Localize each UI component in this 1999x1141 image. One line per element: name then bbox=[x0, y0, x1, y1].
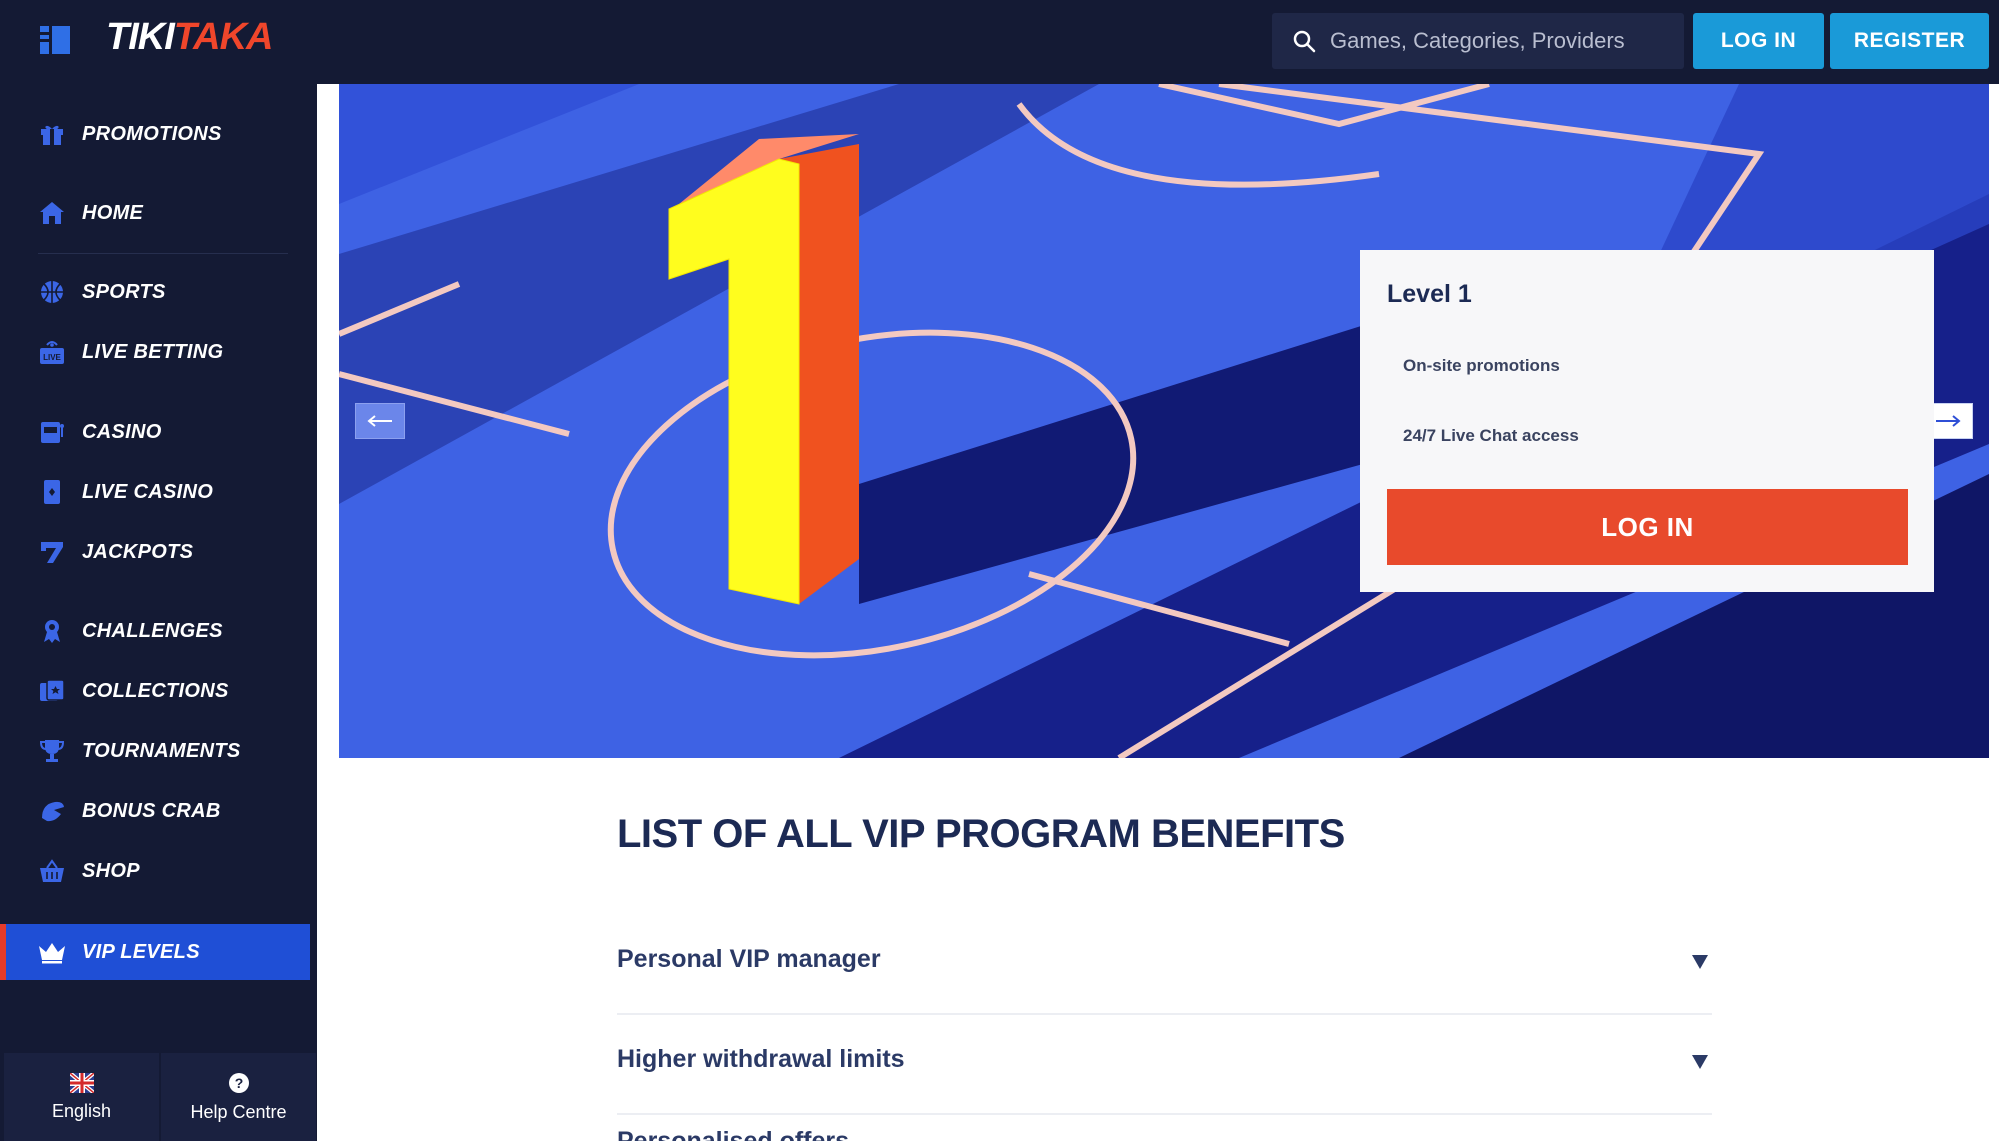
svg-text:LIVE: LIVE bbox=[43, 353, 61, 362]
sidebar-item-collections[interactable]: COLLECTIONS bbox=[0, 663, 317, 719]
sidebar-item-sports[interactable]: SPORTS bbox=[0, 264, 317, 320]
language-label: English bbox=[51, 1100, 112, 1121]
sidebar-divider bbox=[38, 253, 288, 254]
sidebar-item-label: TOURNAMENTS bbox=[82, 739, 241, 762]
arrow-left-icon bbox=[367, 415, 392, 427]
seven-icon bbox=[38, 538, 66, 566]
sidebar-item-label: LIVE CASINO bbox=[82, 480, 214, 503]
basketball-icon bbox=[38, 278, 66, 306]
cards-collection-icon bbox=[38, 677, 66, 705]
help-icon: ? bbox=[228, 1072, 249, 1093]
sidebar-item-jackpots[interactable]: JACKPOTS bbox=[0, 524, 317, 580]
slider-prev-button[interactable] bbox=[355, 403, 405, 439]
sidebar-item-label: VIP LEVELS bbox=[82, 940, 200, 963]
home-icon bbox=[38, 199, 66, 227]
sidebar-item-home[interactable]: HOME bbox=[0, 185, 317, 241]
login-button[interactable]: LOG IN bbox=[1693, 13, 1824, 69]
sidebar-footer: English ? Help Centre bbox=[0, 1053, 317, 1141]
sidebar-item-casino[interactable]: CASINO bbox=[0, 404, 317, 460]
brand-logo[interactable]: TIKITAKA bbox=[106, 16, 273, 59]
benefit-label: Personalised offers bbox=[617, 1127, 850, 1141]
help-label: Help Centre bbox=[190, 1101, 287, 1122]
live-tv-icon: LIVE bbox=[38, 338, 66, 366]
crown-icon bbox=[38, 938, 66, 966]
help-centre-button[interactable]: ? Help Centre bbox=[161, 1053, 316, 1141]
search-bar[interactable] bbox=[1272, 13, 1684, 69]
top-bar: TIKITAKA LOG IN REGISTER bbox=[0, 0, 1999, 84]
sidebar-item-label: CHALLENGES bbox=[82, 619, 223, 642]
level-login-button[interactable]: LOG IN bbox=[1387, 489, 1908, 565]
benefit-label: Higher withdrawal limits bbox=[617, 1045, 905, 1073]
search-input[interactable] bbox=[1330, 28, 1670, 54]
slot-machine-icon bbox=[38, 418, 66, 446]
benefit-label: Personal VIP manager bbox=[617, 945, 881, 973]
gift-icon bbox=[38, 120, 66, 148]
sidebar-item-label: BONUS CRAB bbox=[82, 799, 221, 822]
benefits-heading: LIST OF ALL VIP PROGRAM BENEFITS bbox=[617, 812, 1345, 856]
trophy-icon bbox=[38, 737, 66, 765]
chevron-down-icon bbox=[1692, 955, 1708, 969]
sidebar-toggle-icon[interactable] bbox=[38, 24, 76, 56]
sidebar-item-live-betting[interactable]: LIVE LIVE BETTING bbox=[0, 324, 317, 380]
sidebar: PROMOTIONS HOME SPORTS LIVE LIVE BETTING… bbox=[0, 84, 317, 1141]
language-selector[interactable]: English bbox=[4, 1053, 159, 1141]
level-title: Level 1 bbox=[1387, 280, 1472, 308]
crab-claw-icon bbox=[38, 797, 66, 825]
svg-text:?: ? bbox=[234, 1075, 243, 1091]
playing-card-icon bbox=[38, 478, 66, 506]
benefit-accordion-item[interactable]: Personal VIP manager bbox=[617, 917, 1712, 1015]
sidebar-item-label: PROMOTIONS bbox=[82, 122, 222, 145]
sidebar-item-label: SHOP bbox=[82, 859, 140, 882]
sidebar-item-vip-levels[interactable]: VIP LEVELS bbox=[0, 924, 310, 980]
sidebar-item-tournaments[interactable]: TOURNAMENTS bbox=[0, 723, 317, 779]
benefit-accordion-item[interactable]: Personalised offers bbox=[617, 1117, 1712, 1141]
search-icon bbox=[1293, 30, 1316, 53]
sidebar-item-label: HOME bbox=[82, 201, 144, 224]
level-perk: On-site promotions bbox=[1403, 356, 1560, 375]
sidebar-item-promotions[interactable]: PROMOTIONS bbox=[0, 106, 317, 162]
level-perk: 24/7 Live Chat access bbox=[1403, 426, 1579, 445]
sidebar-item-bonus-crab[interactable]: BONUS CRAB bbox=[0, 783, 317, 839]
uk-flag-icon bbox=[69, 1072, 94, 1093]
sidebar-item-shop[interactable]: SHOP bbox=[0, 843, 317, 899]
sidebar-item-live-casino[interactable]: LIVE CASINO bbox=[0, 464, 317, 520]
badge-icon bbox=[38, 617, 66, 645]
sidebar-item-challenges[interactable]: CHALLENGES bbox=[0, 603, 317, 659]
arrow-right-icon bbox=[1936, 415, 1961, 427]
sidebar-item-label: CASINO bbox=[82, 420, 162, 443]
register-button[interactable]: REGISTER bbox=[1830, 13, 1989, 69]
vip-level-card: Level 1 On-site promotions 24/7 Live Cha… bbox=[1360, 250, 1934, 592]
basket-icon bbox=[38, 857, 66, 885]
sidebar-item-label: SPORTS bbox=[82, 280, 166, 303]
benefit-accordion-item[interactable]: Higher withdrawal limits bbox=[617, 1017, 1712, 1115]
sidebar-item-label: COLLECTIONS bbox=[82, 679, 229, 702]
sidebar-item-label: LIVE BETTING bbox=[82, 340, 224, 363]
chevron-down-icon bbox=[1692, 1055, 1708, 1069]
sidebar-item-label: JACKPOTS bbox=[82, 540, 194, 563]
